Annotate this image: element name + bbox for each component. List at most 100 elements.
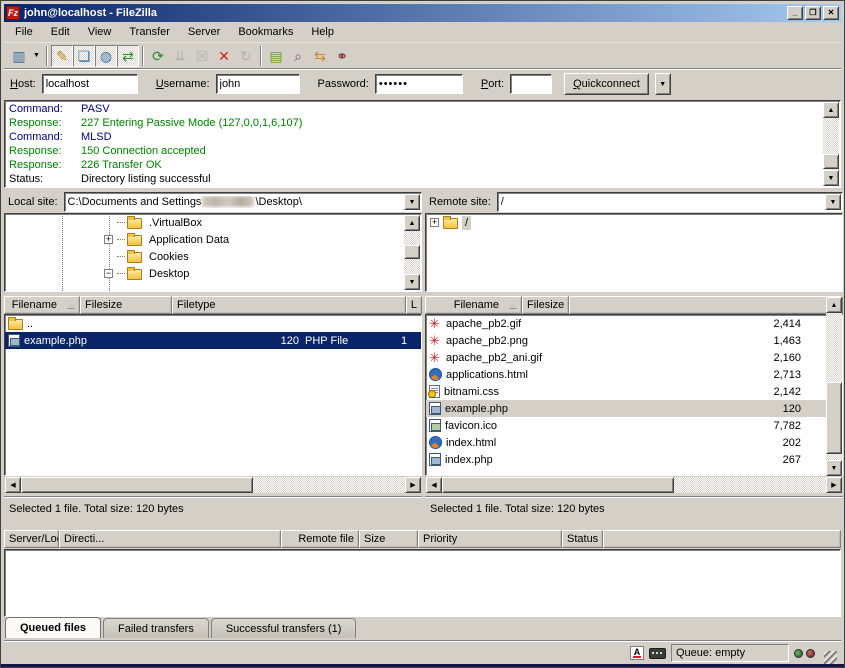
local-file-list[interactable]: .. example.php 120 PHP File 1: [4, 314, 422, 476]
toggle-remote-tree-icon[interactable]: ◍: [95, 45, 117, 67]
tree-expander-icon[interactable]: [430, 218, 439, 227]
scroll-left-icon[interactable]: ◀: [426, 477, 442, 493]
toolbar-separator[interactable]: [46, 46, 48, 66]
scroll-down-icon[interactable]: ▼: [404, 274, 420, 290]
refresh-icon[interactable]: ⟳: [147, 45, 169, 67]
file-row[interactable]: ..: [5, 315, 421, 332]
menu-item[interactable]: File: [6, 24, 42, 40]
column-header[interactable]: Filesize: [80, 296, 172, 314]
column-header[interactable]: Remote file: [281, 530, 359, 548]
queue-tab[interactable]: Successful transfers (1): [211, 618, 357, 638]
remote-horizontal-scrollbar[interactable]: ◀ ▶: [426, 477, 842, 493]
column-header[interactable]: Status: [562, 530, 603, 548]
title-bar[interactable]: Fz john@localhost - FileZilla _ ❐ ✕: [4, 4, 841, 22]
queue-tab[interactable]: Failed transfers: [103, 618, 209, 638]
toolbar-separator[interactable]: [260, 46, 262, 66]
file-row[interactable]: example.php 120: [426, 400, 842, 417]
file-row[interactable]: bitnami.css 2,142: [426, 383, 842, 400]
scroll-down-icon[interactable]: ▼: [826, 460, 842, 476]
tree-expander-icon[interactable]: [104, 235, 113, 244]
tree-item[interactable]: Cookies: [5, 248, 421, 265]
log-scrollbar[interactable]: ▲ ▼: [823, 102, 839, 186]
site-manager-icon[interactable]: ▥: [8, 45, 30, 67]
password-input[interactable]: [375, 74, 463, 94]
local-tree-scrollbar[interactable]: ▲ ▼: [404, 215, 420, 290]
column-header[interactable]: Filetype: [172, 296, 406, 314]
speed-limits-icon[interactable]: [649, 648, 666, 659]
scroll-up-icon[interactable]: ▲: [826, 297, 842, 313]
username-input[interactable]: [216, 74, 300, 94]
synchronized-browsing-icon[interactable]: ⇆: [309, 45, 331, 67]
maximize-button[interactable]: ❐: [805, 6, 821, 20]
minimize-button[interactable]: _: [787, 6, 803, 20]
resize-grip[interactable]: [824, 651, 837, 664]
file-row[interactable]: applications.html 2,713: [426, 366, 842, 383]
process-queue-icon[interactable]: ⇊: [169, 45, 191, 67]
tree-item[interactable]: /: [426, 214, 842, 231]
scroll-left-icon[interactable]: ◀: [5, 477, 21, 493]
menu-item[interactable]: View: [79, 24, 121, 40]
scrollbar-thumb[interactable]: [21, 477, 253, 493]
file-row[interactable]: index.php 267: [426, 451, 842, 468]
queue-tab[interactable]: Queued files: [5, 617, 101, 638]
local-horizontal-scrollbar[interactable]: ◀ ▶: [5, 477, 421, 493]
port-input[interactable]: [510, 74, 552, 94]
remote-list-scrollbar[interactable]: ▲ ▼: [826, 297, 842, 476]
column-header[interactable]: Server/Local file: [4, 530, 59, 548]
toggle-message-log-icon[interactable]: ✎: [51, 45, 73, 67]
scrollbar-thumb[interactable]: [826, 382, 842, 454]
find-files-icon[interactable]: ⚭: [331, 45, 353, 67]
remote-directory-tree[interactable]: /: [425, 213, 843, 292]
file-row[interactable]: apache_pb2.gif 2,414: [426, 315, 842, 332]
file-row[interactable]: apache_pb2.png 1,463: [426, 332, 842, 349]
remote-file-list[interactable]: apache_pb2.gif 2,414 apache_pb2.png 1,46…: [425, 314, 843, 476]
column-header[interactable]: L: [406, 296, 422, 314]
close-button[interactable]: ✕: [823, 6, 839, 20]
column-header[interactable]: Directi...: [59, 530, 281, 548]
menu-item[interactable]: Edit: [42, 24, 79, 40]
scroll-right-icon[interactable]: ▶: [826, 477, 842, 493]
reconnect-icon[interactable]: ↻: [235, 45, 257, 67]
toolbar-separator[interactable]: [142, 46, 144, 66]
tree-item[interactable]: Desktop: [5, 265, 421, 282]
tree-expander-icon[interactable]: [104, 269, 113, 278]
ascii-data-type-icon[interactable]: A: [630, 646, 644, 660]
scroll-down-icon[interactable]: ▼: [823, 170, 839, 186]
tree-item[interactable]: .VirtualBox: [5, 214, 421, 231]
quickconnect-dropdown-icon[interactable]: ▼: [655, 73, 671, 95]
menu-item[interactable]: Bookmarks: [229, 24, 302, 40]
column-header[interactable]: Filename: [4, 296, 80, 314]
scroll-right-icon[interactable]: ▶: [405, 477, 421, 493]
toggle-transfer-queue-icon[interactable]: ⇄: [117, 45, 139, 67]
local-site-combobox[interactable]: C:\Documents and Settings\Desktop\ ▼: [64, 192, 422, 212]
disconnect-icon[interactable]: ✕: [213, 45, 235, 67]
column-header[interactable]: Filename: [425, 296, 522, 314]
file-row[interactable]: favicon.ico 7,782: [426, 417, 842, 434]
cancel-operation-icon[interactable]: ☒: [191, 45, 213, 67]
tree-item[interactable]: Application Data: [5, 231, 421, 248]
host-input[interactable]: [42, 74, 138, 94]
toggle-local-tree-icon[interactable]: ❏: [73, 45, 95, 67]
scrollbar-thumb[interactable]: [442, 477, 674, 493]
transfer-queue-list[interactable]: [4, 549, 841, 617]
column-header[interactable]: Filesize: [522, 296, 569, 314]
menu-item[interactable]: Help: [302, 24, 343, 40]
combo-dropdown-icon[interactable]: ▼: [825, 194, 841, 210]
file-row[interactable]: index.html 202: [426, 434, 842, 451]
scroll-up-icon[interactable]: ▲: [404, 215, 420, 231]
site-manager-dropdown-icon[interactable]: ▼: [30, 45, 43, 67]
file-row[interactable]: example.php 120 PHP File 1: [5, 332, 421, 349]
directory-filter-icon[interactable]: ▤: [265, 45, 287, 67]
scroll-up-icon[interactable]: ▲: [823, 102, 839, 118]
remote-site-combobox[interactable]: / ▼: [497, 192, 843, 212]
directory-comparison-icon[interactable]: ⌕: [287, 45, 309, 67]
column-header[interactable]: Priority: [418, 530, 562, 548]
scrollbar-thumb[interactable]: [404, 245, 420, 259]
quickconnect-button[interactable]: Quickconnect: [564, 73, 649, 95]
menu-item[interactable]: Transfer: [120, 24, 179, 40]
file-row[interactable]: apache_pb2_ani.gif 2,160: [426, 349, 842, 366]
combo-dropdown-icon[interactable]: ▼: [404, 194, 420, 210]
scrollbar-thumb[interactable]: [823, 154, 839, 169]
menu-item[interactable]: Server: [179, 24, 229, 40]
column-header[interactable]: Size: [359, 530, 418, 548]
